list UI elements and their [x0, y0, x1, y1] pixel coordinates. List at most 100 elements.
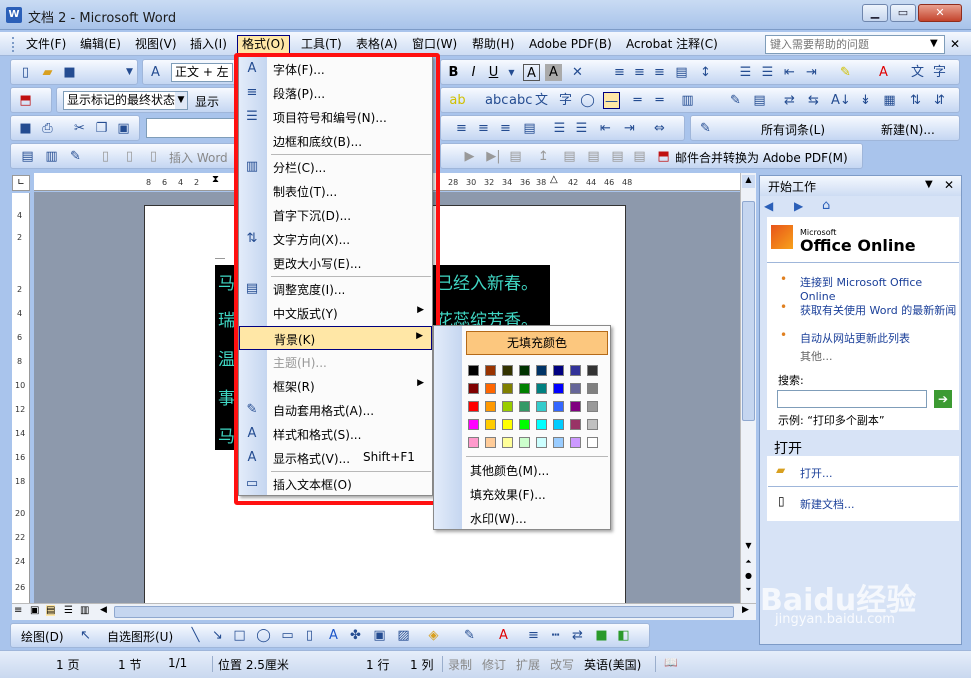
dash-style-icon[interactable]: ┅ — [547, 627, 564, 644]
reject-change-icon[interactable]: ↡ — [857, 92, 874, 109]
pdf-merge-icon[interactable]: ⬒ — [655, 148, 672, 165]
menu-acrobat-comments[interactable]: Acrobat 注释(C) — [622, 35, 722, 54]
first-record-icon[interactable]: ▶ — [461, 148, 478, 165]
find-entry-icon[interactable]: ▤ — [507, 148, 524, 165]
outline-view-icon[interactable]: ☰ — [64, 605, 73, 616]
poem-line-5[interactable]: 马 — [218, 422, 235, 447]
forward-icon[interactable]: ▶ — [794, 199, 803, 213]
char-scale-icon[interactable]: ✕ — [569, 64, 586, 81]
status-record[interactable]: 录制 — [448, 656, 472, 673]
poem-line-2[interactable]: 瑞 — [218, 306, 235, 331]
link-auto-update[interactable]: 自动从网站更新此列表 — [800, 330, 910, 346]
merge-fax-icon[interactable]: ▤ — [631, 148, 648, 165]
copy-icon[interactable]: ❐ — [93, 120, 110, 137]
color-swatch[interactable] — [553, 419, 564, 430]
insert-field-icon[interactable]: ▯ — [145, 148, 162, 165]
markup-display-combo[interactable]: 显示标记的最终状态 ▼ — [63, 91, 188, 110]
color-swatch[interactable] — [553, 365, 564, 376]
align-right-icon[interactable]: ≡ — [651, 64, 668, 81]
wordart-icon[interactable]: A — [325, 627, 342, 644]
prev-page-icon[interactable]: ⏶ — [742, 557, 755, 570]
color-swatch[interactable] — [587, 365, 598, 376]
taskpane-search-input[interactable] — [777, 390, 927, 408]
color-swatch[interactable] — [468, 383, 479, 394]
clipart-icon[interactable]: ▣ — [371, 627, 388, 644]
right-indent-marker-icon[interactable]: △ — [550, 174, 558, 185]
scroll-thumb[interactable] — [742, 201, 755, 421]
phonetic-guide-icon[interactable]: 文 — [909, 64, 926, 81]
link-open[interactable]: 打开... — [800, 465, 833, 481]
web-view-icon[interactable]: ▣ — [30, 605, 39, 616]
all-entries-button[interactable]: 所有词条(L) — [761, 121, 825, 138]
spelling-check-icon[interactable]: 📖 — [664, 656, 678, 669]
menu-file[interactable]: 文件(F) — [22, 35, 70, 54]
color-swatch[interactable] — [502, 437, 513, 448]
underline-dropdown-icon[interactable]: ▼ — [503, 64, 520, 81]
print-view-icon[interactable]: ▤ — [46, 605, 56, 616]
char-spacing-icon[interactable]: ⇔ — [651, 120, 668, 137]
fill-effects-item[interactable]: 填充效果(F)... — [470, 486, 546, 503]
align-left-icon[interactable]: ≡ — [611, 64, 628, 81]
underline-icon[interactable]: U — [485, 64, 502, 81]
char-shading-icon[interactable]: A — [545, 64, 562, 81]
link-new-document[interactable]: 新建文档... — [800, 496, 855, 512]
close-document-icon[interactable]: ✕ — [950, 37, 960, 51]
browse-object-icon[interactable]: ● — [742, 571, 755, 584]
line-icon[interactable]: ╲ — [187, 627, 204, 644]
color-swatch[interactable] — [536, 419, 547, 430]
color-swatch[interactable] — [485, 401, 496, 412]
insert-greeting-icon[interactable]: ▯ — [121, 148, 138, 165]
vertical-textbox-icon[interactable]: ▯ — [301, 627, 318, 644]
color-swatch[interactable] — [485, 437, 496, 448]
align-center-icon[interactable]: ≡ — [631, 64, 648, 81]
open-folder-icon[interactable]: ▰ — [39, 64, 56, 81]
color-swatch[interactable] — [536, 401, 547, 412]
poem-line-3[interactable]: 温 — [218, 345, 235, 370]
color-swatch[interactable] — [468, 401, 479, 412]
hscroll-thumb[interactable] — [114, 606, 734, 618]
back-icon[interactable]: ◀ — [764, 199, 773, 213]
menu-window[interactable]: 窗口(W) — [408, 35, 461, 54]
save-icon[interactable]: ■ — [61, 64, 78, 81]
link-latest-news[interactable]: 获取有关使用 Word 的最新新闻 — [800, 302, 958, 318]
word-app-icon[interactable]: W — [6, 7, 22, 23]
help-search-input[interactable] — [765, 35, 945, 54]
insert-address-icon[interactable]: ▯ — [97, 148, 114, 165]
minimize-button[interactable]: ▁ — [862, 4, 888, 22]
merge-printer-icon[interactable]: ▤ — [585, 148, 602, 165]
phonetic-icon[interactable]: 文 — [533, 92, 550, 109]
insert-comment-icon[interactable]: ▤ — [751, 92, 768, 109]
insert-word-field-button[interactable]: 插入 Word — [169, 149, 228, 166]
color-swatch[interactable] — [570, 401, 581, 412]
scroll-left-icon[interactable]: ◀ — [100, 605, 107, 615]
color-swatch[interactable] — [536, 437, 547, 448]
numbering-icon[interactable]: ☰ — [737, 64, 754, 81]
styles-pane-icon[interactable]: A — [147, 64, 164, 81]
poem-line-1[interactable]: 马 — [218, 269, 235, 294]
maximize-button[interactable]: ▭ — [890, 4, 916, 22]
color-swatch[interactable] — [468, 365, 479, 376]
recipients-icon[interactable]: ✎ — [67, 148, 84, 165]
watermark-item[interactable]: 水印(W)... — [470, 510, 527, 527]
distribute-icon[interactable]: ═ — [629, 92, 646, 109]
scroll-down-icon[interactable]: ▼ — [742, 541, 755, 554]
color-swatch[interactable] — [587, 401, 598, 412]
new-document-icon[interactable]: ▯ — [17, 64, 34, 81]
rectangle-icon[interactable]: □ — [231, 627, 248, 644]
menu-format[interactable]: 格式(O) — [237, 35, 290, 54]
color-swatch[interactable] — [553, 401, 564, 412]
top-border-icon[interactable]: — — [603, 92, 620, 109]
draw-menu-button[interactable]: 绘图(D) — [21, 628, 64, 645]
decrease-indent-icon[interactable]: ⇤ — [781, 64, 798, 81]
select-objects-icon[interactable]: ↖ — [77, 627, 94, 644]
edit-icon[interactable]: ✎ — [727, 92, 744, 109]
merge-email-icon[interactable]: ▤ — [609, 148, 626, 165]
menu-tools[interactable]: 工具(T) — [297, 35, 346, 54]
show-markup-button[interactable]: 显示 — [195, 93, 219, 110]
menu-help[interactable]: 帮助(H) — [468, 35, 518, 54]
color-swatch[interactable] — [468, 437, 479, 448]
bold-icon[interactable]: B — [445, 64, 462, 81]
highlight-color-icon[interactable]: ab — [449, 92, 466, 109]
center-align-icon[interactable]: ≡ — [475, 120, 492, 137]
line-spacing-icon[interactable]: ↕ — [697, 64, 714, 81]
